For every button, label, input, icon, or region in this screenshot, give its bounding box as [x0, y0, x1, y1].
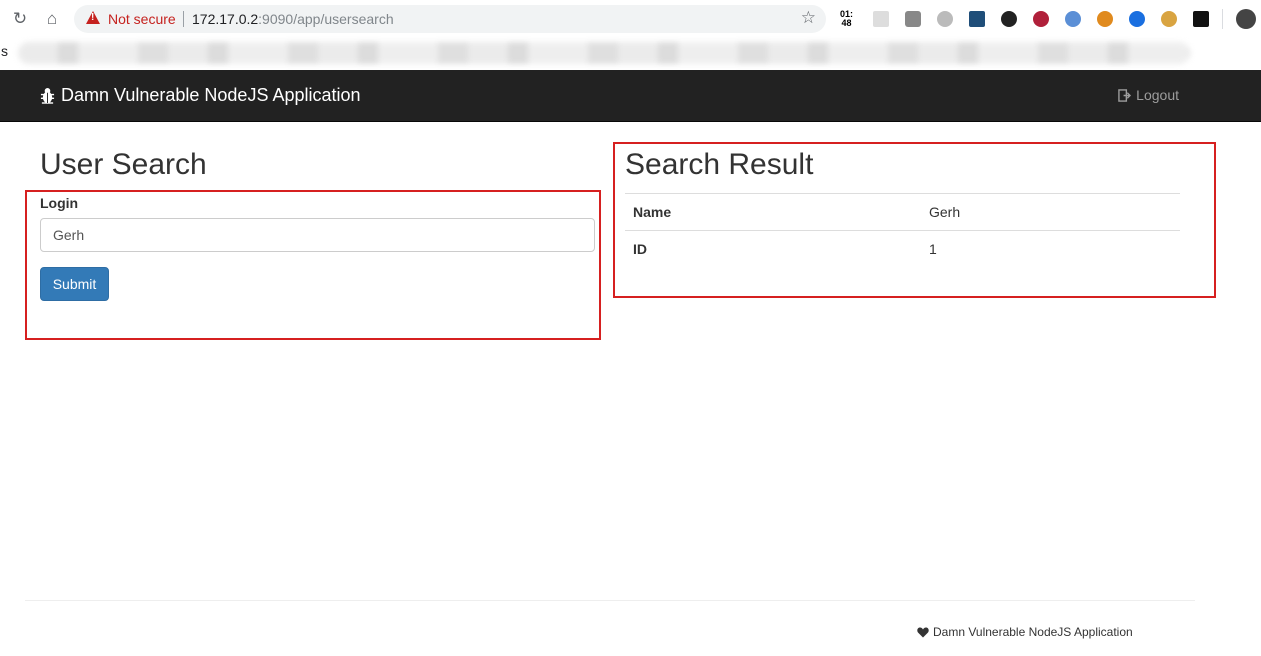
login-label: Login [40, 195, 79, 211]
bookmark-item[interactable]: s [1, 43, 8, 59]
document-extension-icon[interactable] [1193, 11, 1209, 27]
user-search-heading: User Search [40, 148, 207, 181]
blocked-extension-icon[interactable] [1033, 11, 1049, 27]
logout-link[interactable]: Logout [1118, 87, 1179, 103]
clock-bottom: 48 [841, 18, 852, 28]
bookmark-star-icon[interactable]: ☆ [801, 8, 816, 28]
result-key: Name [625, 193, 921, 231]
reload-icon[interactable]: ↻ [10, 9, 30, 29]
bookmarks-bar: s [0, 38, 1261, 70]
feather-extension-icon[interactable] [1065, 11, 1081, 27]
cookie-extension-icon[interactable] [1161, 11, 1177, 27]
result-value: 1 [921, 230, 1180, 267]
table-row: Name Gerh [625, 193, 1180, 231]
url-path: :9090/app/usersearch [258, 11, 394, 27]
sa-extension-icon[interactable] [1001, 11, 1017, 27]
url-text[interactable]: 172.17.0.2:9090/app/usersearch [192, 11, 394, 27]
bug-icon [40, 88, 55, 104]
url-host: 172.17.0.2 [192, 11, 259, 27]
login-input[interactable] [40, 218, 595, 252]
form-highlight-box [25, 190, 601, 340]
app-navbar: Damn Vulnerable NodeJS Application Logou… [0, 70, 1261, 122]
fox-extension-icon[interactable] [1097, 11, 1113, 27]
profile-avatar[interactable] [1236, 9, 1256, 29]
footer: Damn Vulnerable NodeJS Application [917, 625, 1133, 639]
logout-label: Logout [1136, 87, 1179, 103]
hexagon-extension-icon[interactable] [937, 11, 953, 27]
home-icon[interactable]: ⌂ [42, 9, 62, 29]
warning-icon[interactable] [86, 11, 100, 24]
omnibox-separator [183, 11, 184, 27]
table-row: ID 1 [625, 230, 1180, 267]
result-key: ID [625, 230, 921, 267]
footer-text: Damn Vulnerable NodeJS Application [933, 625, 1133, 639]
blurred-bookmarks [18, 42, 1190, 64]
result-value: Gerh [921, 193, 1180, 231]
security-label[interactable]: Not secure [108, 11, 176, 27]
toolbar-divider [1222, 9, 1223, 29]
chart-extension-icon[interactable] [969, 11, 985, 27]
camera-extension-icon[interactable] [905, 11, 921, 27]
footer-divider [25, 600, 1195, 601]
brand-link[interactable]: Damn Vulnerable NodeJS Application [40, 85, 361, 106]
grid-extension-icon[interactable] [873, 11, 889, 27]
search-result-heading: Search Result [625, 148, 814, 181]
browser-toolbar: ↻ ⌂ Not secure 172.17.0.2:9090/app/users… [0, 0, 1261, 38]
refresh-extension-icon[interactable] [1129, 11, 1145, 27]
logout-icon [1118, 88, 1132, 102]
submit-button[interactable]: Submit [40, 267, 109, 301]
brand-text: Damn Vulnerable NodeJS Application [61, 85, 361, 105]
address-bar[interactable]: Not secure 172.17.0.2:9090/app/usersearc… [74, 5, 826, 33]
clock-extension-icon[interactable]: 01: 48 [840, 10, 853, 28]
heart-icon [917, 627, 929, 637]
result-table: Name Gerh ID 1 [625, 193, 1180, 267]
